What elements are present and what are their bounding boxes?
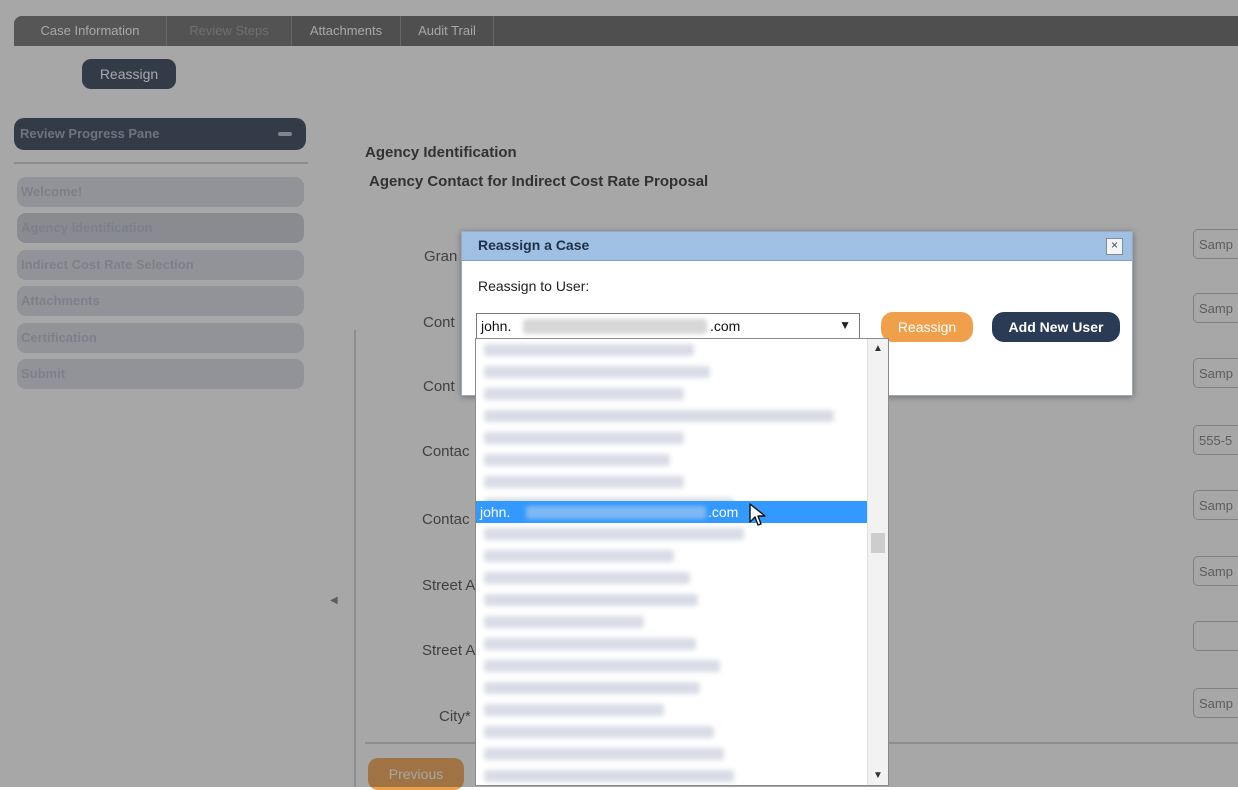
dialog-reassign-button[interactable]: Reassign <box>881 312 973 342</box>
mouse-cursor-icon <box>749 503 766 526</box>
list-item[interactable] <box>476 655 868 677</box>
user-dropdown-list[interactable]: john. .com ▲ ▼ <box>475 338 889 786</box>
list-item[interactable] <box>476 361 868 383</box>
redacted-text <box>484 366 710 378</box>
reassign-to-label: Reassign to User: <box>478 278 590 294</box>
list-item[interactable] <box>476 339 868 361</box>
list-item[interactable] <box>476 765 868 785</box>
redacted-text <box>484 726 714 738</box>
list-item-selected[interactable]: john. .com <box>476 501 868 523</box>
list-item[interactable] <box>476 743 868 765</box>
scroll-thumb[interactable] <box>871 533 885 553</box>
selected-user-suffix: .com <box>710 318 741 334</box>
redacted-text <box>484 616 644 628</box>
list-item[interactable] <box>476 405 868 427</box>
list-item[interactable] <box>476 699 868 721</box>
list-item[interactable] <box>476 611 868 633</box>
list-item[interactable] <box>476 589 868 611</box>
redacted-text <box>484 748 724 760</box>
selected-item-prefix: john. <box>480 504 511 520</box>
redacted-text <box>484 454 670 466</box>
dropdown-arrow-icon[interactable]: ▼ <box>839 318 851 332</box>
list-item[interactable] <box>476 523 868 545</box>
redacted-text <box>484 638 696 650</box>
redacted-text <box>484 528 744 540</box>
redacted-text <box>484 344 694 356</box>
list-item[interactable] <box>476 567 868 589</box>
redacted-text <box>484 682 700 694</box>
dialog-titlebar: Reassign a Case × <box>462 232 1132 261</box>
list-item[interactable] <box>476 721 868 743</box>
scroll-up-icon[interactable]: ▲ <box>873 343 883 354</box>
add-new-user-button[interactable]: Add New User <box>992 312 1120 342</box>
selected-item-suffix: .com <box>708 504 739 520</box>
scroll-down-icon[interactable]: ▼ <box>873 770 883 781</box>
list-item[interactable] <box>476 633 868 655</box>
dropdown-scrollbar[interactable]: ▲ ▼ <box>867 339 888 785</box>
redacted-text <box>484 550 674 562</box>
close-icon[interactable]: × <box>1106 238 1123 255</box>
selected-user-prefix: john. <box>481 318 512 334</box>
redacted-text <box>484 594 698 606</box>
dialog-title: Reassign a Case <box>478 237 590 253</box>
redacted-text <box>484 770 734 782</box>
redacted-text <box>484 660 720 672</box>
list-item[interactable] <box>476 545 868 567</box>
list-item[interactable] <box>476 471 868 493</box>
user-select[interactable]: john. .com ▼ <box>476 313 860 339</box>
redacted-text <box>484 572 690 584</box>
list-item[interactable] <box>476 427 868 449</box>
redacted-text <box>484 704 664 716</box>
list-item[interactable] <box>476 677 868 699</box>
list-item[interactable] <box>476 383 868 405</box>
redacted-text <box>523 319 707 334</box>
redacted-text <box>484 432 684 444</box>
list-item[interactable] <box>476 449 868 471</box>
redacted-text <box>484 388 684 400</box>
redacted-text <box>526 506 706 519</box>
redacted-text <box>484 410 834 422</box>
redacted-text <box>484 476 684 488</box>
